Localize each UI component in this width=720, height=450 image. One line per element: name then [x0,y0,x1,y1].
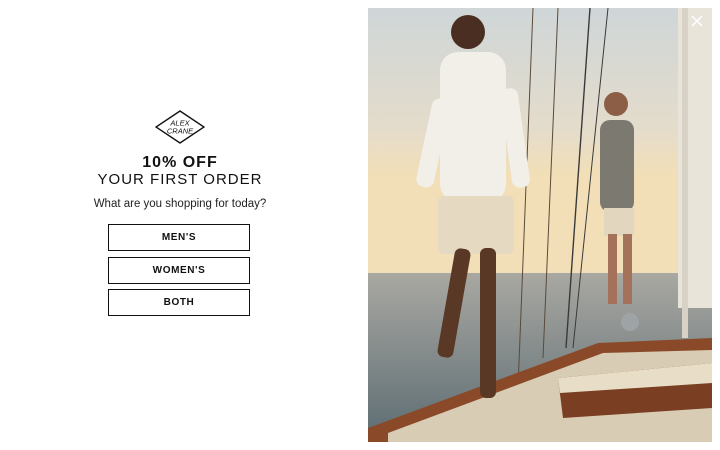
brand-logo: ALEX CRANE [155,110,205,144]
both-button-label: BOTH [163,297,195,308]
logo-line2: CRANE [167,127,194,136]
offer-subheading: YOUR FIRST ORDER [97,171,263,188]
offer-heading: 10% OFF [142,154,218,171]
signup-popup: ALEX CRANE 10% OFF YOUR FIRST ORDER What… [0,0,720,450]
both-button[interactable]: BOTH [108,289,250,316]
close-button[interactable] [686,12,708,34]
mens-button[interactable]: MEN'S [108,224,250,251]
womens-button-label: WOMEN'S [152,265,206,276]
popup-content: ALEX CRANE 10% OFF YOUR FIRST ORDER What… [0,0,360,450]
womens-button[interactable]: WOMEN'S [108,257,250,284]
lifestyle-photo [368,8,712,442]
close-icon [691,14,703,32]
shopping-question: What are you shopping for today? [93,198,267,210]
mens-button-label: MEN'S [161,232,197,243]
